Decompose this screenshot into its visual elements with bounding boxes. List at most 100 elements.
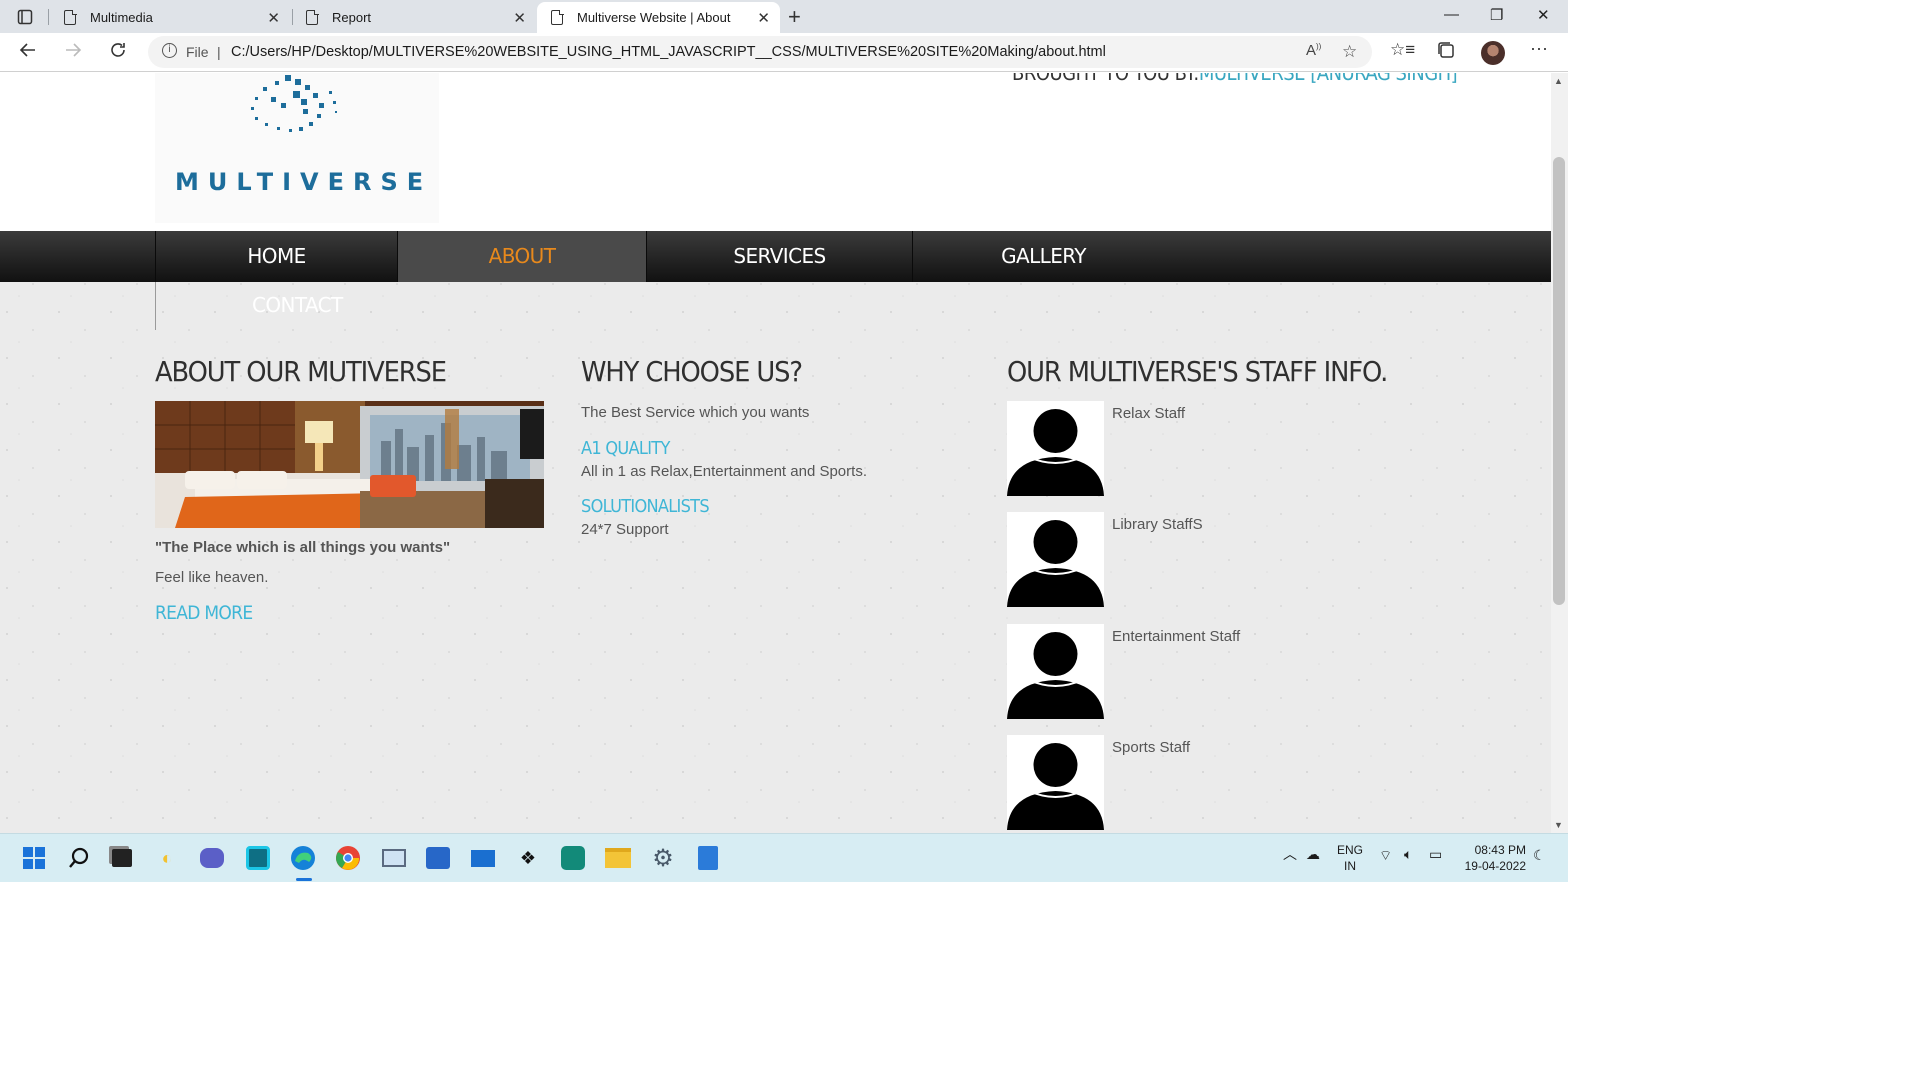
- clock-time: 08:43 PM: [1474, 843, 1526, 857]
- staff-avatar: [1007, 735, 1104, 830]
- hotel-room-image: [155, 401, 544, 528]
- why-item-text: 24*7 Support: [581, 521, 669, 538]
- scrollbar-thumb[interactable]: [1553, 157, 1565, 605]
- windows-logo-icon: [23, 847, 45, 869]
- read-aloud-icon[interactable]: A)): [1306, 42, 1321, 59]
- chat-app[interactable]: [198, 844, 226, 872]
- gear-icon: ⚙: [652, 844, 674, 872]
- credits-prefix: BROUGHT TO YOU BY:: [1012, 73, 1199, 85]
- tab-report[interactable]: Report ✕: [292, 2, 536, 33]
- url-text[interactable]: C:/Users/HP/Desktop/MULTIVERSE%20WEBSITE…: [231, 44, 1106, 60]
- person-icon: [1007, 743, 1104, 830]
- search-button[interactable]: [65, 844, 93, 872]
- dropbox-app[interactable]: ❖: [514, 844, 542, 872]
- close-window-button[interactable]: ✕: [1537, 6, 1550, 24]
- logo-wordmark: MULTIVERSE: [175, 168, 433, 196]
- back-button[interactable]: [18, 40, 38, 66]
- staff-name: Entertainment Staff: [1112, 628, 1241, 645]
- info-icon[interactable]: i: [162, 43, 177, 58]
- dropbox-icon: ❖: [519, 847, 537, 868]
- clock[interactable]: 08:43 PM 19-04-2022: [1460, 842, 1526, 874]
- folder-icon: [605, 848, 631, 868]
- chrome-app[interactable]: [334, 844, 362, 872]
- tab-actions-button[interactable]: [8, 4, 42, 29]
- site-header: MULTIVERSE BROUGHT TO YOU BY:MULTIVERSE …: [0, 73, 1551, 231]
- minimize-button[interactable]: —: [1444, 6, 1459, 23]
- nav-gallery[interactable]: GALLERY: [912, 231, 1174, 282]
- refresh-button[interactable]: [108, 40, 128, 66]
- favorites-button[interactable]: ☆≡: [1390, 40, 1415, 60]
- search-icon: [69, 847, 89, 868]
- edge-app[interactable]: [289, 844, 317, 872]
- tab-multimedia[interactable]: Multimedia ✕: [50, 2, 290, 33]
- browser-tab-strip: Multimedia ✕ Report ✕ Multiverse Website…: [0, 0, 1568, 33]
- author-link[interactable]: MULTIVERSE [ANURAG SINGH]: [1199, 73, 1458, 85]
- cortana-icon: [246, 846, 270, 870]
- main-nav: HOME ABOUT SERVICES GALLERY: [0, 231, 1551, 282]
- cortana-app[interactable]: [244, 844, 272, 872]
- clock-date: 19-04-2022: [1464, 859, 1526, 873]
- address-bar[interactable]: i File | C:/Users/HP/Desktop/MULTIVERSE%…: [148, 36, 1372, 68]
- close-tab-icon[interactable]: ✕: [757, 9, 770, 27]
- page-icon: [64, 9, 77, 25]
- language-indicator[interactable]: ENG IN: [1337, 842, 1363, 874]
- nav-divider: [155, 282, 156, 330]
- chrome-icon: [336, 846, 360, 870]
- file-explorer-app[interactable]: [604, 844, 632, 872]
- vpn-app[interactable]: [559, 844, 587, 872]
- credits-line: BROUGHT TO YOU BY:MULTIVERSE [ANURAG SIN…: [1012, 73, 1458, 85]
- profile-avatar[interactable]: [1481, 41, 1505, 65]
- why-title: WHY CHOOSE US?: [581, 355, 803, 388]
- nav-home[interactable]: HOME: [155, 231, 397, 282]
- edge-browser-icon: [291, 846, 315, 870]
- staff-title: OUR MULTIVERSE'S STAFF INFO.: [1007, 355, 1388, 388]
- tab-title: Multiverse Website | About: [577, 10, 731, 25]
- task-view-button[interactable]: [108, 844, 136, 872]
- nav-contact[interactable]: CONTACT: [252, 293, 343, 317]
- browser-toolbar: i File | C:/Users/HP/Desktop/MULTIVERSE%…: [0, 33, 1568, 72]
- scheme-label: File: [186, 44, 209, 60]
- why-item-heading: SOLUTIONALISTS: [581, 496, 710, 517]
- refresh-icon: [111, 43, 125, 57]
- onedrive-icon[interactable]: ☁: [1306, 846, 1320, 862]
- add-favorite-icon[interactable]: ☆: [1342, 42, 1357, 62]
- chart-app-icon: [382, 849, 406, 867]
- logo-swirl-icon: [251, 75, 337, 132]
- collections-button[interactable]: [1436, 40, 1456, 66]
- widgets-button[interactable]: ◐: [153, 844, 181, 872]
- start-button[interactable]: [20, 844, 48, 872]
- store-icon: [426, 847, 450, 869]
- scroll-up-icon[interactable]: ▲: [1554, 76, 1563, 86]
- back-arrow-icon: [19, 43, 35, 57]
- store-app[interactable]: [424, 844, 452, 872]
- page-viewport: MULTIVERSE BROUGHT TO YOU BY:MULTIVERSE …: [0, 73, 1551, 833]
- staff-name: Sports Staff: [1112, 739, 1191, 756]
- restore-button[interactable]: ❐: [1490, 6, 1503, 24]
- tab-actions-icon: [17, 9, 33, 24]
- scroll-down-icon[interactable]: ▼: [1554, 820, 1563, 830]
- language-code: ENG: [1337, 843, 1364, 857]
- forward-button[interactable]: [63, 40, 83, 66]
- settings-menu-button[interactable]: ···: [1530, 38, 1548, 59]
- nav-services[interactable]: SERVICES: [646, 231, 912, 282]
- read-more-link[interactable]: READ MORE: [155, 602, 253, 624]
- tab-about[interactable]: Multiverse Website | About ✕: [537, 2, 780, 33]
- chat-icon: [200, 848, 224, 868]
- mail-app[interactable]: [469, 844, 497, 872]
- new-tab-button[interactable]: +: [788, 4, 801, 30]
- show-hidden-icons-button[interactable]: ︿: [1283, 846, 1297, 862]
- settings-app[interactable]: ⚙: [649, 844, 677, 872]
- close-tab-icon[interactable]: ✕: [513, 9, 526, 27]
- nav-about[interactable]: ABOUT: [397, 231, 646, 282]
- monitor-app[interactable]: [380, 844, 408, 872]
- volume-icon[interactable]: 🔈︎: [1404, 846, 1412, 862]
- focus-assist-icon[interactable]: ☾: [1533, 847, 1546, 863]
- about-title: ABOUT OUR MUTIVERSE: [155, 355, 447, 388]
- close-tab-icon[interactable]: ✕: [267, 9, 280, 27]
- person-icon: [1007, 409, 1104, 496]
- wifi-icon[interactable]: ⌔: [1379, 847, 1392, 863]
- notepad-app[interactable]: [694, 844, 722, 872]
- person-icon: [1007, 632, 1104, 719]
- task-view-icon: [112, 849, 132, 867]
- battery-icon[interactable]: ▭: [1429, 846, 1442, 862]
